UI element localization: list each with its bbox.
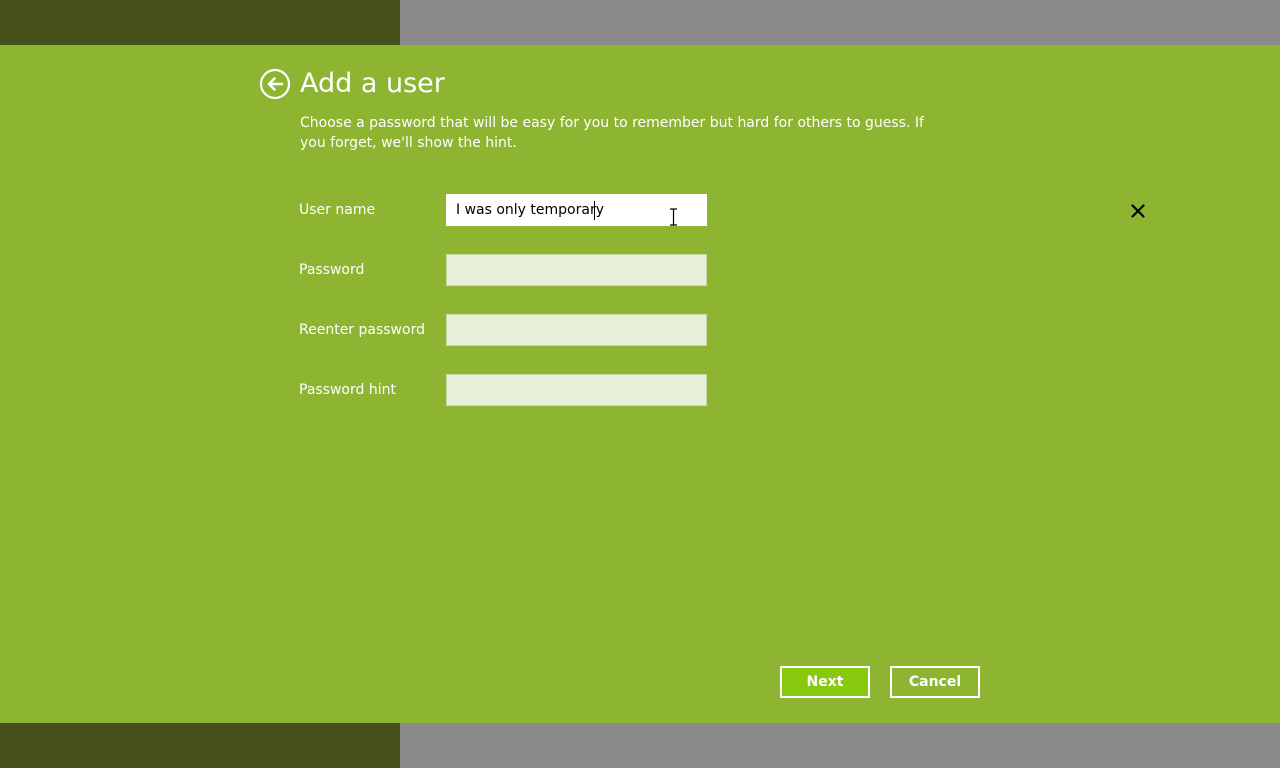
top-band-gray (400, 0, 1280, 45)
text-caret (594, 201, 595, 220)
reenter-password-label: Reenter password (299, 322, 425, 338)
bottom-band-dark (0, 723, 400, 768)
text-cursor-icon (670, 208, 677, 226)
bottom-band-gray (400, 723, 1280, 768)
next-button[interactable]: Next (780, 666, 870, 698)
clear-text-button[interactable] (1121, 195, 1154, 227)
user-name-input[interactable] (447, 195, 706, 225)
page-title: Add a user (300, 68, 445, 99)
reenter-password-input[interactable] (447, 315, 706, 345)
user-name-label: User name (299, 202, 376, 218)
bottom-band (0, 723, 1280, 768)
screen: Add a user Choose a password that will b… (0, 0, 1280, 768)
close-icon (1130, 204, 1145, 218)
password-hint-input[interactable] (447, 375, 706, 405)
user-name-field[interactable] (446, 194, 1145, 226)
password-hint-label: Password hint (299, 382, 396, 398)
top-band-dark (0, 0, 400, 45)
reenter-password-field[interactable] (446, 314, 707, 346)
back-arrow-icon (259, 68, 291, 100)
back-button[interactable] (259, 68, 291, 100)
top-band (0, 0, 1280, 45)
password-input[interactable] (447, 255, 706, 285)
cancel-button[interactable]: Cancel (890, 666, 980, 698)
password-hint-field[interactable] (446, 374, 707, 406)
add-user-dialog: Add a user Choose a password that will b… (0, 45, 1280, 723)
page-description: Choose a password that will be easy for … (300, 115, 924, 151)
password-field[interactable] (446, 254, 707, 286)
password-label: Password (299, 262, 365, 278)
